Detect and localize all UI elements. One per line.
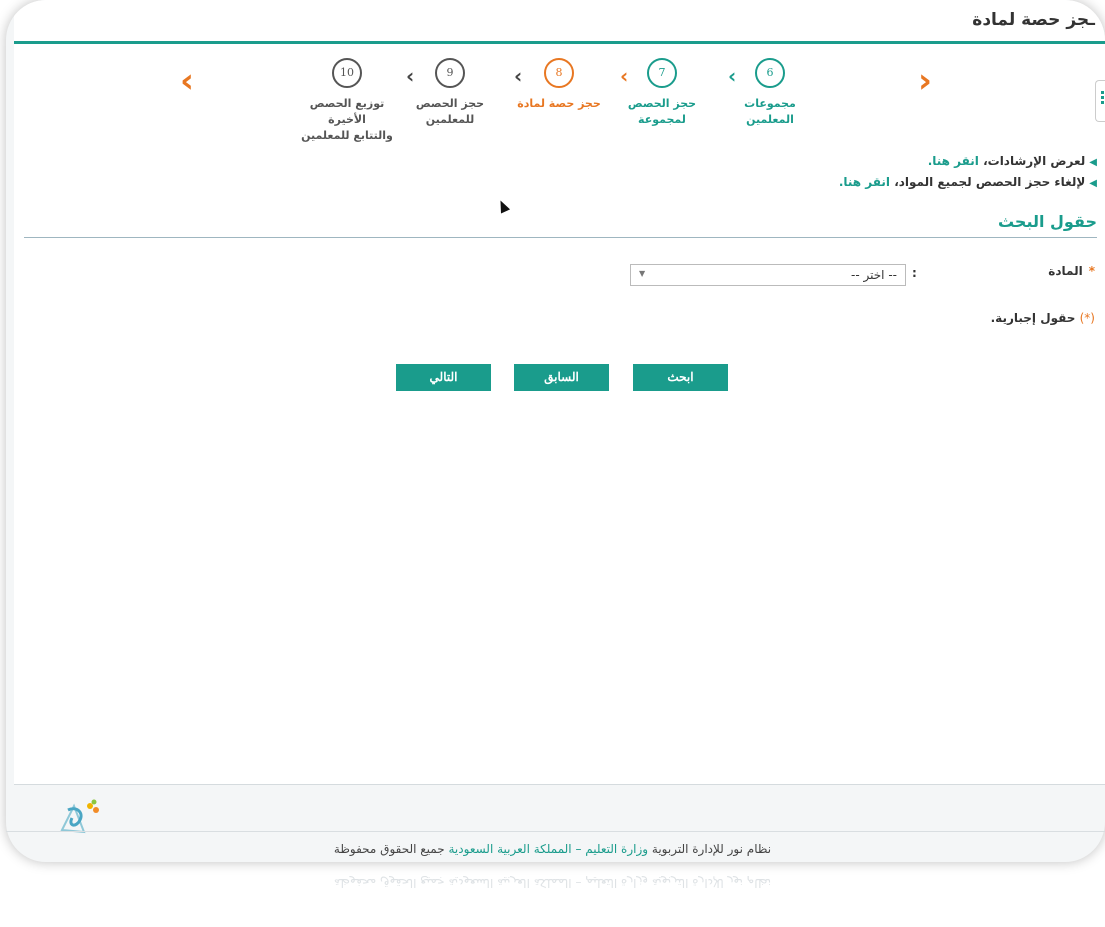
mandatory-text: حقول إجبارية.: [990, 311, 1076, 325]
subject-field-label: * المادة: [1048, 264, 1095, 278]
dropdown-caret-icon: ▼: [639, 269, 646, 278]
step-number: 7: [647, 58, 677, 88]
step-label: حجز حصة لمادة: [517, 97, 601, 110]
cancel-booking-line: ◀لإلغاء حجز الحصص لجميع المواد، انقر هنا…: [497, 175, 1097, 189]
step-number: 8: [544, 58, 574, 88]
footer-reflection: نظام نور للإدارة التربوية وزارة التعليم …: [333, 876, 772, 890]
next-button[interactable]: التالي: [396, 364, 491, 391]
footer-ministry: وزارة التعليم – المملكة العربية السعودية: [448, 842, 649, 856]
page-title: ـجز حصة لمادة: [972, 10, 1095, 30]
label-colon: :: [912, 266, 917, 280]
main-page: ـجز حصة لمادة › 6 مجموعات المعلمين ‹ 7 ح…: [14, 0, 1105, 785]
step-number: 6: [755, 58, 785, 88]
footer-system-name: نظام نور للإدارة التربوية: [651, 842, 772, 856]
step-label: حجز الحصص: [627, 97, 697, 110]
footer-reflection-text: نظام نور للإدارة التربوية: [651, 876, 772, 890]
mandatory-fields-note: (*) حقول إجبارية.: [991, 311, 1095, 325]
instructions-line: ◀لعرض الإرشادات، انقر هنا.: [497, 154, 1097, 168]
step-label-line2: للمعلمين: [425, 113, 475, 126]
step-label: توزيع الحصص الأخيرة: [309, 97, 385, 126]
step-separator-chevron-icon: ‹: [728, 64, 737, 88]
step-label: حجز الحصص: [415, 97, 485, 110]
subject-select[interactable]: -- اختر -- ▼: [630, 264, 906, 286]
footer-divider: [6, 831, 1105, 832]
triangle-bullet-icon: ◀: [1089, 157, 1097, 168]
step-label-line2: لمجموعة: [638, 113, 686, 126]
cancel-booking-link[interactable]: انقر هنا.: [839, 175, 890, 189]
title-bar: ـجز حصة لمادة: [14, 0, 1105, 44]
cancel-text: لإلغاء حجز الحصص لجميع المواد،: [894, 175, 1086, 189]
step-label: مجموعات المعلمين: [744, 97, 796, 126]
wizard-steps: › 6 مجموعات المعلمين ‹ 7 حجز الحصص لمجموع…: [14, 52, 1105, 142]
search-button[interactable]: ابحث: [633, 364, 728, 391]
footer: نظام نور للإدارة التربوية وزارة التعليم …: [0, 842, 1105, 856]
step-label-line2: والتتابع للمعلمين: [301, 129, 393, 142]
search-section-title: حقول البحث: [997, 212, 1097, 231]
subject-label: المادة: [1048, 264, 1083, 278]
required-marker: *: [1088, 264, 1095, 278]
step-number: 10: [332, 58, 362, 88]
wizard-next-arrow[interactable]: ›: [918, 64, 932, 98]
mandatory-star: (*): [1079, 311, 1095, 325]
instructions-text: لعرض الإرشادات،: [983, 154, 1086, 168]
noor-logo-icon: [60, 799, 99, 834]
step-separator-chevron-icon: ‹: [514, 64, 523, 88]
step-separator-chevron-icon: ‹: [620, 64, 629, 88]
mouse-cursor-icon: [495, 198, 511, 214]
triangle-bullet-icon: ◀: [1089, 178, 1097, 189]
step-separator-chevron-icon: ‹: [406, 64, 415, 88]
wizard-step-9[interactable]: 9 حجز الحصص للمعلمين: [400, 58, 500, 128]
subject-select-value: -- اختر --: [851, 268, 897, 282]
step-number: 9: [435, 58, 465, 88]
previous-button[interactable]: السابق: [514, 364, 609, 391]
footer-rights: جميع الحقوق محفوظة: [333, 842, 445, 856]
section-divider: [24, 237, 1097, 238]
wizard-prev-arrow[interactable]: ‹: [180, 64, 194, 98]
window-frame: ـجز حصة لمادة › 6 مجموعات المعلمين ‹ 7 ح…: [6, 0, 1105, 862]
instructions-link[interactable]: انقر هنا.: [928, 154, 979, 168]
wizard-step-8[interactable]: 8 حجز حصة لمادة: [509, 58, 609, 112]
wizard-step-10[interactable]: 10 توزيع الحصص الأخيرة والتتابع للمعلمين: [292, 58, 402, 144]
